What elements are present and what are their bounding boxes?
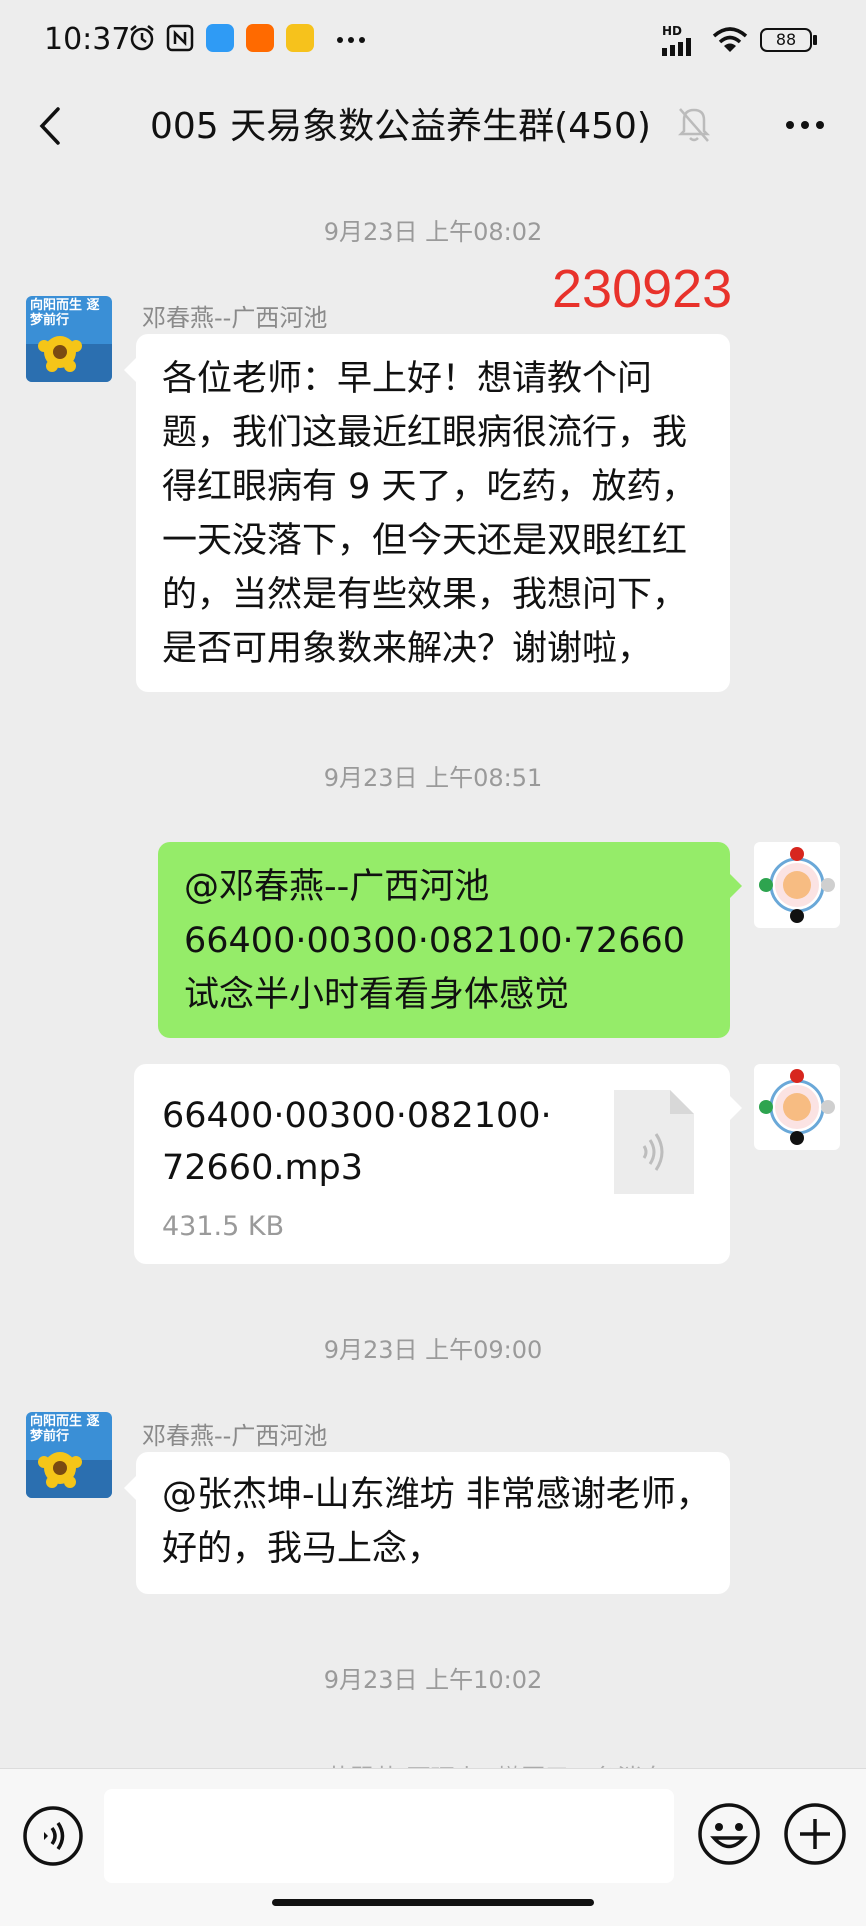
more-notifications-icon xyxy=(337,37,365,43)
input-bar xyxy=(0,1768,866,1926)
sender-name: 邓春燕--广西河池 xyxy=(142,1422,328,1450)
bubble-tail xyxy=(124,358,136,382)
battery-icon: 88 xyxy=(760,28,812,52)
chat-title: 005 天易象数公益养生群(450) xyxy=(150,106,651,147)
avatar-caption: 向阳而生 逐梦前行 xyxy=(30,1414,100,1444)
app-notification-icon xyxy=(206,24,234,52)
bubble-tail xyxy=(124,1476,136,1500)
mute-bell-icon xyxy=(677,108,711,142)
diagram-avatar-icon xyxy=(759,1069,835,1145)
sender-name: 邓春燕--广西河池 xyxy=(142,304,328,332)
message-bubble[interactable]: @张杰坤-山东潍坊 非常感谢老师， 好的，我马上念， xyxy=(136,1452,730,1594)
file-size: 431.5 KB xyxy=(162,1211,285,1242)
nfc-icon xyxy=(166,24,194,52)
message-bubble-outgoing[interactable]: @邓春燕--广西河池 66400·00300·082100·72660 试念半小… xyxy=(158,842,730,1038)
file-message[interactable]: 66400·00300·082100· 72660.mp3 431.5 KB xyxy=(134,1064,730,1264)
emoji-icon[interactable] xyxy=(696,1801,762,1867)
timestamp: 9月23日 上午08:02 xyxy=(323,218,543,246)
battery-level: 88 xyxy=(775,30,797,49)
battery-tip xyxy=(813,35,817,45)
my-avatar[interactable] xyxy=(754,842,840,928)
home-indicator[interactable] xyxy=(272,1899,594,1906)
status-time: 10:37 xyxy=(44,22,131,57)
message-text: 各位老师：早上好！想请教个问 题，我们这最近红眼病很流行，我 得红眼病有 9 天… xyxy=(162,359,697,669)
avatar-caption: 向阳而生 逐梦前行 xyxy=(30,298,100,328)
alarm-icon xyxy=(130,25,154,51)
bubble-tail xyxy=(730,874,742,898)
back-arrow-icon[interactable] xyxy=(26,101,76,151)
diagram-avatar-icon xyxy=(759,847,835,923)
timestamp: 9月23日 上午10:02 xyxy=(323,1666,543,1694)
signal-icon xyxy=(662,38,691,56)
chat-header: 005 天易象数公益养生群(450) xyxy=(0,85,866,170)
audio-file-icon xyxy=(614,1090,694,1194)
overlay-date-number: 230923 xyxy=(552,259,733,319)
timestamp: 9月23日 上午09:00 xyxy=(323,1336,543,1364)
wifi-icon xyxy=(712,27,748,52)
my-avatar[interactable] xyxy=(754,1064,840,1150)
more-icon[interactable] xyxy=(780,105,830,145)
plus-icon[interactable] xyxy=(782,1801,848,1867)
avatar[interactable]: 向阳而生 逐梦前行 xyxy=(26,1412,112,1498)
message-text: @张杰坤-山东潍坊 非常感谢老师， 好的，我马上念， xyxy=(162,1475,711,1569)
voice-icon[interactable] xyxy=(22,1805,84,1867)
status-bar: 10:37 HD 88 xyxy=(0,0,866,85)
message-text: @邓春燕--广西河池 66400·00300·082100·72660 试念半小… xyxy=(184,867,686,1015)
weibo-icon xyxy=(286,24,314,52)
mi-app-icon xyxy=(246,24,274,52)
bubble-tail xyxy=(730,1096,742,1120)
timestamp: 9月23日 上午08:51 xyxy=(323,764,543,792)
message-bubble[interactable]: 各位老师：早上好！想请教个问 题，我们这最近红眼病很流行，我 得红眼病有 9 天… xyxy=(136,334,730,692)
file-name: 66400·00300·082100· 72660.mp3 xyxy=(162,1096,552,1188)
message-input[interactable] xyxy=(104,1789,674,1883)
avatar[interactable]: 向阳而生 逐梦前行 xyxy=(26,296,112,382)
